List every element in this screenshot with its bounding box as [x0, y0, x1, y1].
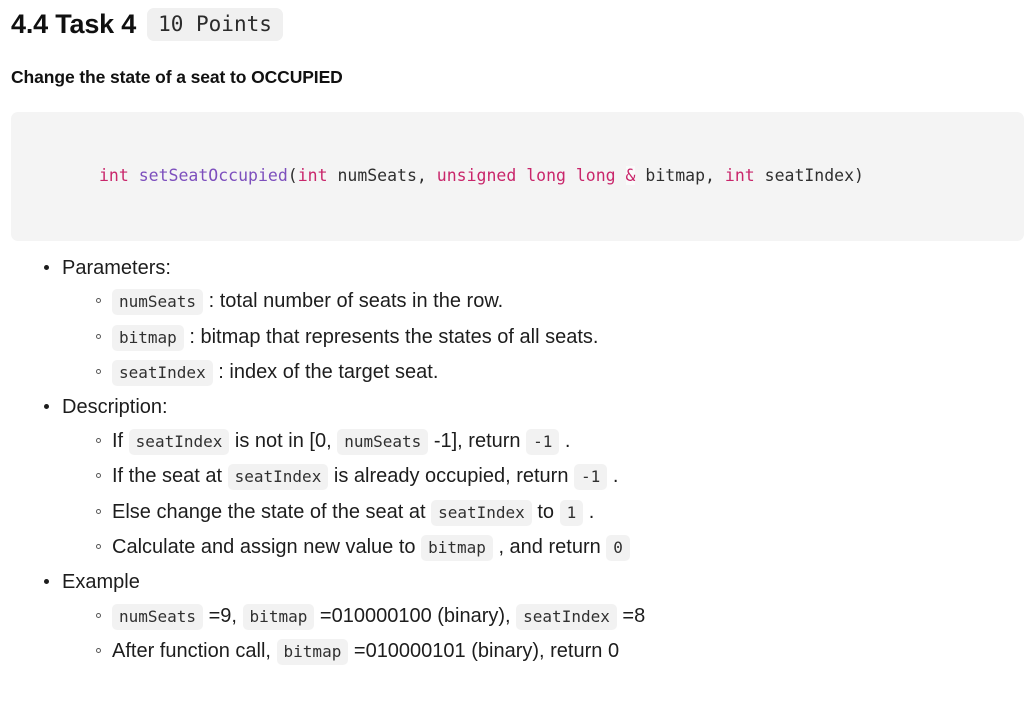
list-item-text: : bitmap that represents the states of a…: [183, 325, 599, 348]
inline-code: seatIndex: [128, 428, 230, 455]
inline-code: numSeats: [112, 289, 204, 316]
page-title: 4.4 Task 4 10 Points: [0, 0, 1024, 42]
code-token-function-name: setSeatOccupied: [138, 166, 288, 186]
inline-code: seatIndex: [112, 360, 213, 387]
parameters-list: numSeats : total number of seats in the …: [62, 286, 1024, 387]
list-item-text: -1], return: [428, 429, 527, 452]
list-item-text: Calculate and assign new value to: [112, 536, 422, 559]
list-item-text: .: [607, 465, 619, 488]
example-list: numSeats =9, bitmap =010000100 (binary),…: [62, 601, 1024, 667]
code-token-arg-numseats: numSeats,: [327, 166, 437, 186]
section-example-label: Example: [62, 571, 140, 594]
bullet-circle-icon: [96, 473, 101, 479]
inline-code: bitmap: [276, 639, 349, 666]
list-item-text: .: [583, 500, 595, 523]
inline-code: -1: [526, 428, 560, 455]
page-title-text: 4.4 Task 4: [11, 9, 137, 40]
list-item: Calculate and assign new value to bitmap…: [62, 532, 1024, 562]
list-item: After function call, bitmap =010000101 (…: [62, 636, 1024, 666]
bullet-disc-icon: [44, 579, 49, 585]
code-token-space-1: [129, 166, 139, 185]
description-list: If seatIndex is not in [0, numSeats -1],…: [62, 426, 1024, 563]
code-token-arg-bitmap: bitmap,: [635, 166, 725, 186]
code-token-paren-open: (: [287, 166, 298, 186]
list-item-text: =010000100 (binary),: [314, 604, 517, 627]
bullet-disc-icon: [44, 264, 49, 270]
bullet-circle-icon: [96, 544, 101, 550]
section-parameters: Parameters: numSeats : total number of s…: [0, 253, 1024, 388]
inline-code: numSeats: [337, 428, 429, 455]
bullet-circle-icon: [96, 508, 101, 514]
list-item-text: If: [112, 429, 129, 452]
points-badge: 10 Points: [147, 8, 283, 42]
inline-code: seatIndex: [227, 464, 329, 491]
inline-code: seatIndex: [431, 499, 532, 526]
code-token-keyword-int-1: int: [99, 166, 129, 186]
list-item: If the seat at seatIndex is already occu…: [62, 461, 1024, 491]
task-subtitle: Change the state of a seat to OCCUPIED: [11, 67, 343, 88]
list-item-text: =010000101 (binary), return 0: [348, 640, 620, 663]
list-item-text: If the seat at: [112, 465, 228, 488]
inline-code: -1: [574, 464, 608, 491]
bullet-circle-icon: [96, 369, 101, 375]
code-token-keyword-int-3: int: [724, 166, 755, 186]
list-item: bitmap : bitmap that represents the stat…: [62, 322, 1024, 352]
list-item: numSeats : total number of seats in the …: [62, 286, 1024, 316]
task-sections-list: Parameters: numSeats : total number of s…: [0, 253, 1024, 667]
inline-code: 0: [606, 535, 630, 562]
list-item-text: : total number of seats in the row.: [203, 290, 504, 313]
bullet-circle-icon: [96, 612, 101, 618]
list-item: Else change the state of the seat at sea…: [62, 497, 1024, 527]
section-example: Example numSeats =9, bitmap =010000100 (…: [0, 567, 1024, 666]
list-item-text: is already occupied, return: [328, 465, 575, 488]
function-signature-code-block: int setSeatOccupied(int numSeats, unsign…: [11, 112, 1024, 241]
list-item: If seatIndex is not in [0, numSeats -1],…: [62, 426, 1024, 456]
list-item: seatIndex : index of the target seat.: [62, 357, 1024, 387]
list-item-text: to: [531, 500, 560, 523]
section-description-label: Description:: [62, 396, 168, 419]
bullet-circle-icon: [96, 333, 101, 339]
inline-code: bitmap: [112, 324, 184, 351]
code-token-space-2: [616, 166, 626, 185]
list-item-text: , and return: [492, 536, 607, 559]
code-token-ampersand: &: [625, 166, 636, 186]
list-item-text: Else change the state of the seat at: [112, 500, 432, 523]
section-description: Description: If seatIndex is not in [0, …: [0, 392, 1024, 562]
code-token-arg-seatindex: seatIndex): [754, 166, 864, 186]
list-item-text: .: [559, 429, 571, 452]
bullet-circle-icon: [96, 437, 101, 443]
inline-code: seatIndex: [516, 603, 617, 630]
list-item-text: is not in [0,: [229, 429, 338, 452]
section-parameters-label: Parameters:: [62, 256, 171, 279]
list-item-text: After function call,: [112, 640, 277, 663]
inline-code: bitmap: [242, 603, 315, 630]
list-item: numSeats =9, bitmap =010000100 (binary),…: [62, 601, 1024, 631]
code-token-keyword-int-2: int: [297, 166, 328, 186]
list-item-text: =8: [616, 604, 646, 627]
inline-code: bitmap: [421, 535, 493, 562]
list-item-text: =9,: [203, 604, 243, 627]
bullet-circle-icon: [96, 298, 101, 304]
bullet-disc-icon: [44, 404, 49, 410]
inline-code: 1: [559, 499, 584, 526]
inline-code: numSeats: [112, 603, 204, 630]
task-document-page: 4.4 Task 4 10 Points Change the state of…: [0, 0, 1024, 716]
code-token-keyword-unsigned-long-long: unsigned long long: [436, 166, 616, 186]
bullet-circle-icon: [96, 648, 101, 654]
list-item-text: : index of the target seat.: [212, 361, 439, 384]
function-signature-line: int setSeatOccupied(int numSeats, unsign…: [11, 164, 1024, 189]
